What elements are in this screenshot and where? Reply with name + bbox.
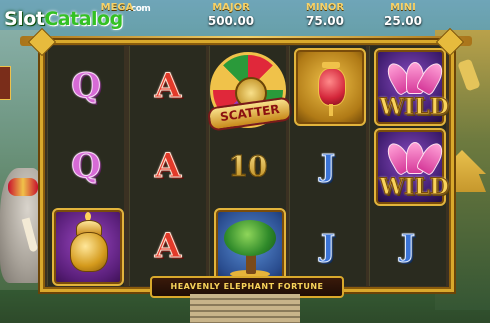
jackpot-major: MAJOR 500.00 — [196, 2, 266, 29]
symbol-j: J — [370, 206, 446, 286]
wild-label: WILD — [379, 174, 450, 201]
symbol-a: A — [130, 206, 206, 286]
jackpot-mega: MEGA — [82, 2, 152, 13]
symbol-label: A — [154, 226, 182, 267]
jackpot-minor: MINOR 75.00 — [290, 2, 360, 29]
jackpot-name: MINOR — [305, 2, 345, 13]
elephant-headdress — [8, 178, 38, 196]
reel-1: Q Q — [47, 46, 124, 286]
symbol-label: J — [400, 228, 416, 264]
lotus-icon — [383, 138, 447, 177]
symbol-wild: WILD — [370, 46, 449, 126]
symbol-a: A — [130, 46, 206, 126]
symbol-label: J — [320, 228, 336, 264]
reel-frame: Q Q A A A SCATTER 10 J J WILD WILD J — [40, 40, 454, 292]
symbol-scatter: SCATTER — [206, 46, 294, 132]
symbol-label: Q — [71, 66, 102, 107]
lantern-icon — [318, 68, 346, 106]
elephant-tusk — [21, 217, 39, 253]
symbol-lantern — [290, 46, 366, 126]
symbol-label: A — [154, 66, 182, 107]
reel-5: WILD WILD J — [369, 46, 449, 286]
wild-tile: WILD — [374, 48, 449, 126]
symbol-golden-pot — [48, 206, 124, 286]
reel-2: A A A — [129, 46, 206, 286]
symbol-q: Q — [48, 126, 124, 206]
symbol-a: A — [130, 126, 206, 206]
symbol-label: J — [320, 148, 336, 184]
top-bar: SlotCatalog .com MEGA MAJOR 500.00 MINOR… — [0, 0, 490, 36]
symbol-j: J — [290, 126, 366, 206]
jackpot-value: 500.00 — [207, 14, 255, 28]
lotus-icon — [383, 58, 447, 97]
symbol-ten: 10 — [210, 126, 286, 206]
reel-3: SCATTER 10 — [206, 46, 294, 286]
symbol-label: A — [154, 146, 182, 187]
reel-4: J J — [289, 46, 366, 286]
lantern-tassel — [329, 104, 333, 116]
symbol-j: J — [290, 206, 366, 286]
lantern-tile — [294, 48, 366, 126]
tree-tile — [214, 208, 286, 286]
temple-stairs — [190, 294, 300, 323]
logo-part-1: Slot — [4, 8, 45, 30]
bonsai-tree-icon — [224, 220, 276, 256]
jackpot-name: MEGA — [100, 2, 134, 13]
wild-tile: WILD — [374, 128, 449, 206]
symbol-tree — [210, 206, 286, 286]
symbol-q: Q — [48, 46, 124, 126]
jackpot-mini: MINI 25.00 — [368, 2, 438, 29]
jackpot-value: 75.00 — [306, 14, 344, 28]
symbol-wild: WILD — [370, 126, 449, 206]
jackpot-value: 25.00 — [384, 14, 422, 28]
wild-label: WILD — [379, 94, 450, 121]
jackpot-name: MINI — [390, 2, 416, 13]
golden-pot-icon — [70, 232, 108, 272]
jackpot-name: MAJOR — [212, 2, 250, 13]
side-menu-tab[interactable] — [0, 66, 11, 100]
symbol-label: Q — [71, 146, 102, 187]
pot-tile — [52, 208, 124, 286]
symbol-label: 10 — [228, 149, 268, 183]
